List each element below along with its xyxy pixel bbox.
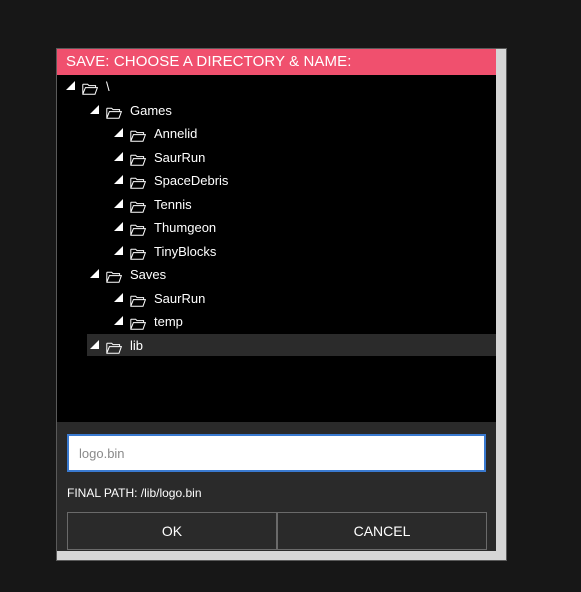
tree-item-label: Games [130, 102, 172, 118]
expand-triangle-icon[interactable] [90, 340, 99, 350]
tree-item-label: Annelid [154, 125, 198, 141]
tree-item[interactable]: SpaceDebris [114, 169, 228, 191]
dialog-title: SAVE: CHOOSE A DIRECTORY & NAME: [57, 49, 496, 75]
tree-item[interactable]: lib [87, 334, 496, 356]
vertical-scrollbar[interactable] [496, 49, 506, 560]
final-path-label: FINAL PATH: /lib/logo.bin [67, 486, 202, 500]
expand-triangle-icon[interactable] [114, 246, 123, 256]
tree-item[interactable]: Annelid [114, 122, 197, 144]
tree-item[interactable]: temp [114, 310, 183, 332]
tree-item[interactable]: Saves [90, 263, 166, 285]
tree-item[interactable]: \ [66, 75, 110, 97]
tree-item-label: \ [106, 78, 110, 94]
expand-triangle-icon[interactable] [114, 152, 123, 162]
tree-item-label: Thumgeon [154, 219, 217, 235]
folder-open-icon [130, 221, 147, 236]
folder-open-icon [130, 315, 147, 330]
tree-item-label: SpaceDebris [154, 172, 229, 188]
folder-open-icon [82, 80, 99, 95]
folder-open-icon [130, 245, 147, 260]
folder-open-icon [130, 292, 147, 307]
expand-triangle-icon[interactable] [90, 269, 99, 279]
tree-item-label: temp [154, 313, 183, 329]
filename-input[interactable] [67, 434, 486, 472]
folder-open-icon [130, 127, 147, 142]
folder-open-icon [130, 198, 147, 213]
tree-item[interactable]: Games [90, 99, 172, 121]
directory-tree[interactable]: \ Games Annelid SaurRun SpaceDebris Tennis Thu… [57, 75, 496, 422]
save-dialog: SAVE: CHOOSE A DIRECTORY & NAME: \ Games A… [56, 48, 507, 561]
tree-item[interactable]: TinyBlocks [114, 240, 216, 262]
tree-item-label: lib [130, 337, 144, 353]
expand-triangle-icon[interactable] [114, 316, 123, 326]
folder-open-icon [130, 151, 147, 166]
tree-item-label: SaurRun [154, 149, 206, 165]
folder-open-icon [106, 339, 123, 354]
tree-item-label: TinyBlocks [154, 243, 217, 259]
tree-item[interactable]: Thumgeon [114, 216, 216, 238]
folder-open-icon [106, 104, 123, 119]
ok-button[interactable]: OK [67, 512, 277, 550]
expand-triangle-icon[interactable] [66, 81, 75, 91]
tree-item-label: Saves [130, 266, 167, 282]
cancel-button[interactable]: CANCEL [277, 512, 487, 550]
tree-item[interactable]: SaurRun [114, 287, 205, 309]
expand-triangle-icon[interactable] [114, 222, 123, 232]
expand-triangle-icon[interactable] [114, 293, 123, 303]
folder-open-icon [130, 174, 147, 189]
tree-item[interactable]: Tennis [114, 193, 192, 215]
tree-item-label: Tennis [154, 196, 192, 212]
horizontal-scrollbar[interactable] [57, 551, 506, 560]
tree-item[interactable]: SaurRun [114, 146, 205, 168]
expand-triangle-icon[interactable] [114, 128, 123, 138]
tree-item-label: SaurRun [154, 290, 206, 306]
expand-triangle-icon[interactable] [90, 105, 99, 115]
folder-open-icon [106, 268, 123, 283]
expand-triangle-icon[interactable] [114, 199, 123, 209]
expand-triangle-icon[interactable] [114, 175, 123, 185]
